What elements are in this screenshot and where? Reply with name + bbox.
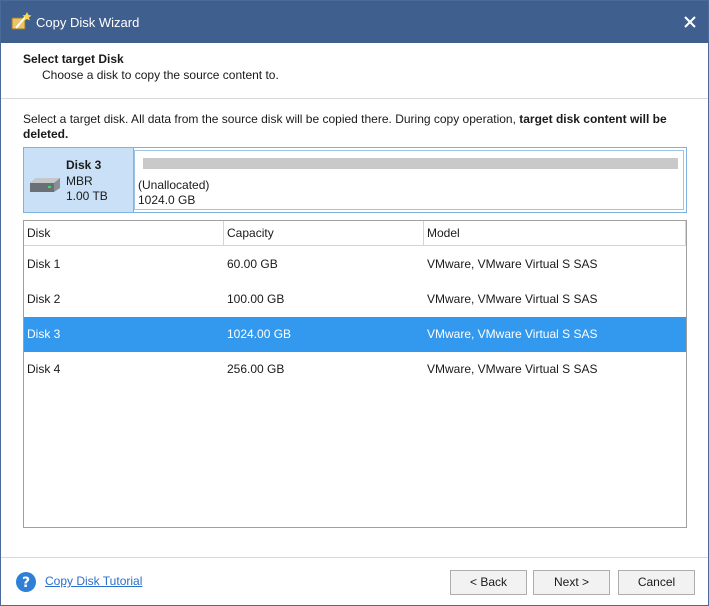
copy-disk-wizard-window: Copy Disk Wizard Select target Disk Choo… [0,0,709,606]
partition-label: (Unallocated) [138,178,210,192]
back-button[interactable]: < Back [450,570,527,595]
disk-type: MBR [66,174,93,188]
cell-model: VMware, VMware Virtual S SAS [427,257,598,271]
selected-disk-map[interactable]: Disk 3 MBR 1.00 TB (Unallocated) 1024.0 … [23,147,687,213]
cell-capacity: 100.00 GB [227,292,285,306]
tutorial-link[interactable]: Copy Disk Tutorial [45,574,142,588]
cancel-button[interactable]: Cancel [618,570,695,595]
cell-disk: Disk 3 [27,327,61,341]
cell-capacity: 256.00 GB [227,362,285,376]
help-question-icon[interactable]: ? [15,571,37,593]
table-row[interactable]: Disk 1 60.00 GB VMware, VMware Virtual S… [24,247,686,282]
table-row[interactable]: Disk 2 100.00 GB VMware, VMware Virtual … [24,282,686,317]
footer-divider [1,557,708,558]
cell-disk: Disk 4 [27,362,61,376]
title-bar: Copy Disk Wizard [1,1,708,43]
partition-usage-bar [143,158,678,169]
page-title: Select target Disk [23,52,124,66]
disk-size: 1.00 TB [66,189,108,203]
table-row[interactable]: Disk 4 256.00 GB VMware, VMware Virtual … [24,352,686,387]
column-header-model[interactable]: Model [424,221,686,245]
column-header-capacity[interactable]: Capacity [224,221,424,245]
page-subtitle: Choose a disk to copy the source content… [42,68,279,82]
cell-model: VMware, VMware Virtual S SAS [427,327,598,341]
next-button[interactable]: Next > [533,570,610,595]
close-icon[interactable] [678,10,702,34]
column-header-disk[interactable]: Disk [24,221,224,245]
cell-disk: Disk 1 [27,257,61,271]
cell-disk: Disk 2 [27,292,61,306]
hard-disk-icon [28,177,62,193]
instruction-body: Select a target disk. All data from the … [23,112,520,126]
disk-name: Disk 3 [66,158,102,172]
table-row-selected[interactable]: Disk 3 1024.00 GB VMware, VMware Virtual… [24,317,686,352]
partition-size: 1024.0 GB [138,193,196,207]
disk-summary: Disk 3 MBR 1.00 TB [24,148,134,212]
cell-model: VMware, VMware Virtual S SAS [427,362,598,376]
disk-table: Disk Capacity Model Disk 1 60.00 GB VMwa… [23,220,687,528]
window-title: Copy Disk Wizard [36,15,140,30]
instruction-text: Select a target disk. All data from the … [23,112,688,142]
cell-model: VMware, VMware Virtual S SAS [427,292,598,306]
table-header: Disk Capacity Model [24,221,686,246]
wizard-header: Select target Disk Choose a disk to copy… [1,43,708,99]
wizard-wand-icon [10,12,32,32]
partition-block[interactable]: (Unallocated) 1024.0 GB [134,150,684,210]
cell-capacity: 60.00 GB [227,257,278,271]
svg-text:?: ? [22,575,30,591]
cell-capacity: 1024.00 GB [227,327,292,341]
